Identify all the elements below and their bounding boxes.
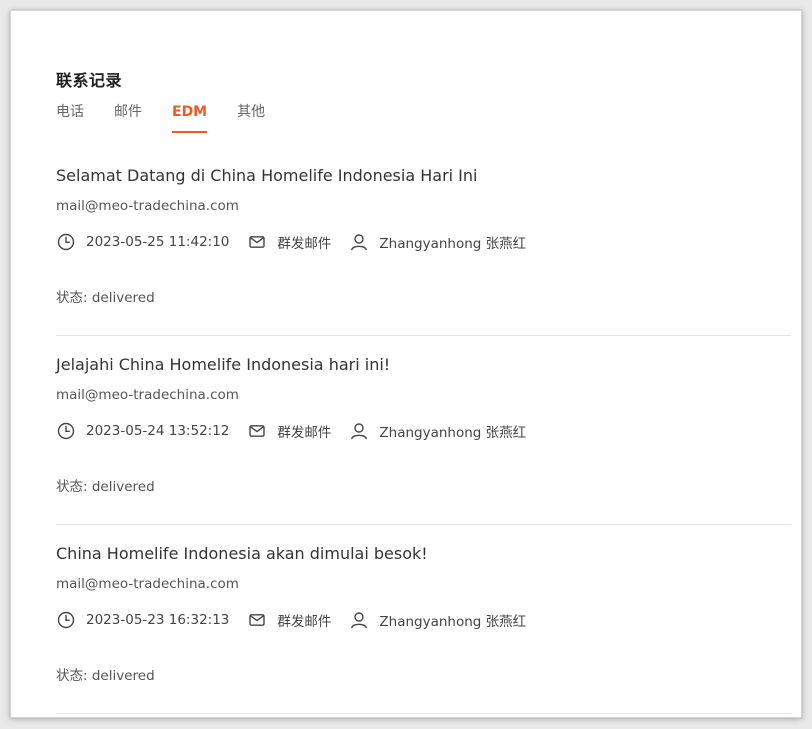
record-meta: 2023-05-25 11:42:10 群发邮件 Zhangyanhong 张燕… [56, 231, 544, 253]
record-type: 群发邮件 [247, 610, 331, 630]
user-text: Zhangyanhong 张燕红 [379, 614, 527, 630]
user-icon [349, 421, 369, 441]
status-label: 状态: [56, 668, 88, 684]
type-text: 群发邮件 [277, 425, 332, 441]
record-tabs: 电话 邮件 EDM 其他 [56, 103, 295, 137]
record-status: 状态: delivered [56, 478, 155, 496]
status-value: delivered [91, 668, 155, 684]
record-user: Zhangyanhong 张燕红 [349, 610, 526, 630]
record-datetime: 2023-05-24 13:52:12 [56, 421, 229, 441]
envelope-icon [247, 610, 267, 630]
clock-icon [56, 610, 76, 630]
record-user: Zhangyanhong 张燕红 [349, 421, 526, 441]
type-text: 群发邮件 [277, 614, 332, 630]
record-list: Selamat Datang di China Homelife Indones… [56, 147, 791, 714]
record-title[interactable]: China Homelife Indonesia akan dimulai be… [56, 543, 428, 565]
envelope-icon [247, 232, 267, 252]
list-item[interactable]: Jelajahi China Homelife Indonesia hari i… [56, 336, 791, 525]
record-email: mail@meo-tradechina.com [56, 198, 239, 214]
record-email: mail@meo-tradechina.com [56, 387, 239, 403]
tab-email[interactable]: 邮件 [114, 103, 142, 133]
record-meta: 2023-05-24 13:52:12 群发邮件 Zhangyanhong 张燕… [56, 420, 544, 442]
contact-records-panel: 联系记录 电话 邮件 EDM 其他 Selamat Datang di Chin… [11, 11, 791, 717]
user-icon [349, 232, 369, 252]
tab-phone[interactable]: 电话 [56, 103, 84, 133]
list-item[interactable]: China Homelife Indonesia akan dimulai be… [56, 525, 791, 714]
record-title[interactable]: Selamat Datang di China Homelife Indones… [56, 165, 477, 187]
user-text: Zhangyanhong 张燕红 [379, 236, 527, 252]
clock-icon [56, 232, 76, 252]
status-label: 状态: [56, 290, 88, 306]
status-label: 状态: [56, 479, 88, 495]
record-status: 状态: delivered [56, 289, 155, 307]
tab-other[interactable]: 其他 [237, 103, 265, 133]
record-meta: 2023-05-23 16:32:13 群发邮件 Zhangyanhong 张燕… [56, 609, 544, 631]
record-datetime: 2023-05-25 11:42:10 [56, 232, 229, 252]
type-text: 群发邮件 [277, 236, 332, 252]
datetime-text: 2023-05-25 11:42:10 [86, 234, 230, 250]
page-title: 联系记录 [56, 71, 123, 90]
envelope-icon [247, 421, 267, 441]
user-icon [349, 610, 369, 630]
app-window: 联系记录 电话 邮件 EDM 其他 Selamat Datang di Chin… [10, 10, 802, 718]
record-title[interactable]: Jelajahi China Homelife Indonesia hari i… [56, 354, 390, 376]
record-email: mail@meo-tradechina.com [56, 576, 239, 592]
record-status: 状态: delivered [56, 667, 155, 685]
datetime-text: 2023-05-23 16:32:13 [86, 612, 230, 628]
status-value: delivered [91, 290, 155, 306]
tab-edm[interactable]: EDM [172, 103, 208, 133]
status-value: delivered [91, 479, 155, 495]
datetime-text: 2023-05-24 13:52:12 [86, 423, 230, 439]
record-datetime: 2023-05-23 16:32:13 [56, 610, 229, 630]
user-text: Zhangyanhong 张燕红 [379, 425, 527, 441]
record-type: 群发邮件 [247, 421, 331, 441]
clock-icon [56, 421, 76, 441]
record-user: Zhangyanhong 张燕红 [349, 232, 526, 252]
list-item[interactable]: Selamat Datang di China Homelife Indones… [56, 147, 791, 336]
record-type: 群发邮件 [247, 232, 331, 252]
